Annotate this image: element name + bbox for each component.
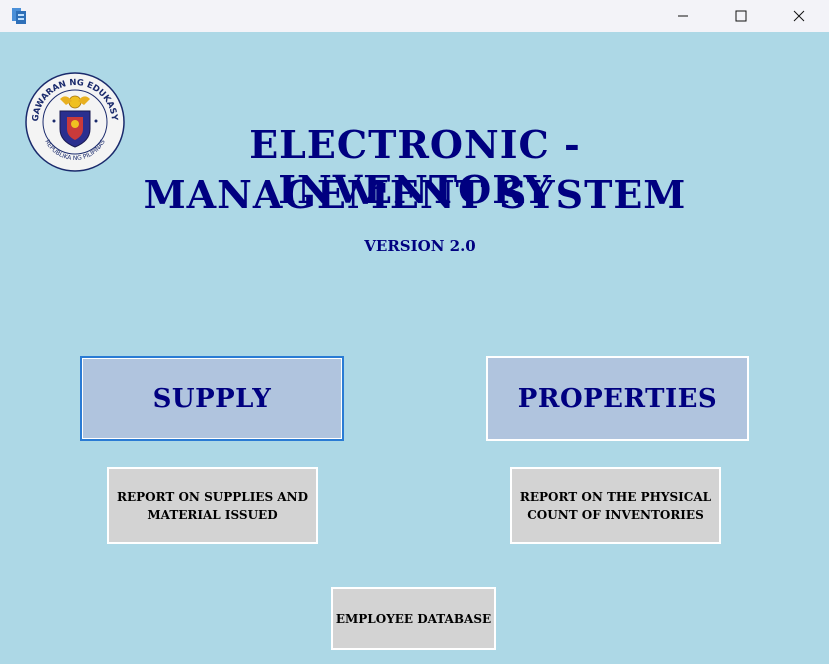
app-title-line2: MANAGEMENT SYSTEM <box>143 172 687 217</box>
minimize-button[interactable] <box>654 0 712 32</box>
maximize-icon <box>735 10 747 22</box>
window-titlebar <box>0 0 829 32</box>
minimize-icon <box>678 15 688 17</box>
deped-seal-logo: KAGAWARAN NG EDUKASYON REPUBLIKA NG PILI… <box>20 64 126 173</box>
employee-database-button[interactable]: EMPLOYEE DATABASE <box>331 587 496 650</box>
report-supplies-label-line2: MATERIAL ISSUED <box>147 507 278 522</box>
report-supplies-label-line1: REPORT ON SUPPLIES AND <box>117 489 308 504</box>
report-physical-label-line1: REPORT ON THE PHYSICAL <box>519 489 712 504</box>
supply-button[interactable]: SUPPLY <box>80 356 344 441</box>
maximize-button[interactable] <box>712 0 770 32</box>
report-supplies-button[interactable]: REPORT ON SUPPLIES AND MATERIAL ISSUED <box>107 467 318 544</box>
app-icon <box>9 6 29 26</box>
properties-button[interactable]: PROPERTIES <box>486 356 749 441</box>
version-label: VERSION 2.0 <box>364 237 476 255</box>
report-physical-count-button[interactable]: REPORT ON THE PHYSICAL COUNT OF INVENTOR… <box>510 467 721 544</box>
report-physical-label-line2: COUNT OF INVENTORIES <box>527 507 704 522</box>
close-button[interactable] <box>770 0 828 32</box>
close-icon <box>793 10 805 22</box>
